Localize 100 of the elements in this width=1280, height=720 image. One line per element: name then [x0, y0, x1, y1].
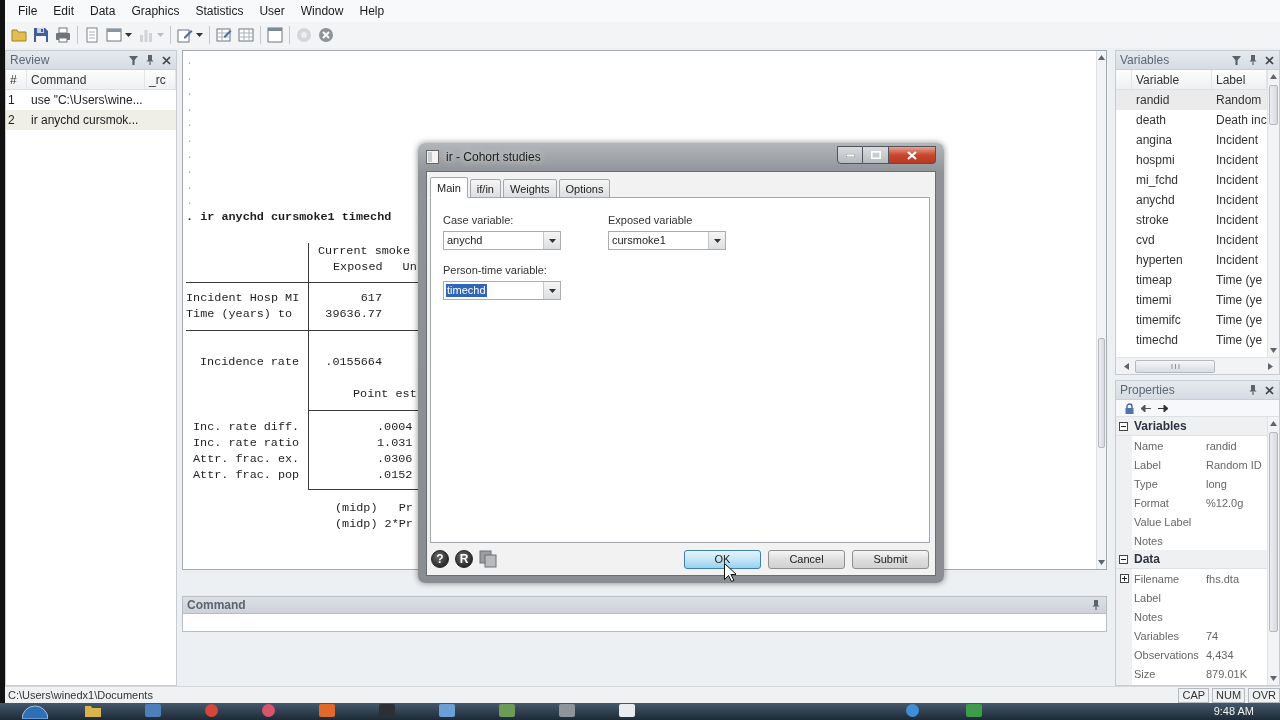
round-app-icon[interactable] [205, 704, 218, 717]
scroll-down-icon[interactable] [1270, 348, 1277, 353]
dropdown-button[interactable] [543, 232, 560, 249]
app-tile-icon[interactable] [439, 704, 455, 717]
printer-icon[interactable] [55, 27, 71, 43]
close-circle-icon[interactable] [318, 27, 334, 43]
close-button[interactable] [889, 146, 936, 164]
app-tile-icon[interactable] [966, 704, 982, 717]
pin-icon[interactable] [1249, 385, 1257, 395]
help-button[interactable]: ? [431, 550, 449, 568]
scroll-up-icon[interactable] [1270, 421, 1277, 426]
reset-button[interactable]: R [455, 550, 473, 568]
app-tile-icon[interactable] [379, 704, 395, 717]
menu-item[interactable]: Help [351, 1, 393, 21]
minimize-button[interactable] [837, 146, 863, 164]
round-app-icon[interactable] [262, 704, 275, 717]
menu-item[interactable]: File [10, 1, 46, 21]
dropdown-field[interactable]: anychd [443, 231, 561, 250]
scroll-down-icon[interactable] [1270, 676, 1277, 681]
lock-icon[interactable] [1125, 402, 1134, 414]
collapse-icon[interactable] [1119, 554, 1128, 564]
folder-icon[interactable] [11, 27, 27, 43]
table-edit-icon[interactable] [216, 27, 232, 43]
property-name: Notes [1133, 610, 1163, 623]
filter-icon[interactable] [1232, 55, 1241, 65]
maximize-button[interactable] [863, 146, 889, 164]
copy-icon[interactable] [479, 550, 497, 568]
back-arrow-icon[interactable] [1141, 404, 1151, 412]
close-icon[interactable] [1265, 385, 1274, 395]
output-text: 2*Pr [384, 515, 413, 532]
output-line: . [186, 194, 194, 210]
column-header[interactable]: Label [1216, 72, 1246, 87]
app-tile-icon[interactable] [619, 704, 635, 717]
caret-icon[interactable] [125, 33, 132, 37]
pin-icon[interactable] [146, 55, 154, 65]
app-tile-icon[interactable] [319, 704, 335, 717]
close-icon[interactable] [162, 55, 171, 65]
dropdown-button[interactable] [543, 282, 560, 299]
menu-item[interactable]: Edit [45, 1, 83, 21]
variable-label: Time (ye [1215, 293, 1263, 307]
scroll-right-icon[interactable] [1268, 362, 1273, 370]
app-tile-icon[interactable] [145, 704, 161, 717]
group-title: Variables [1134, 419, 1187, 433]
expand-icon[interactable] [1119, 574, 1129, 583]
menu-item[interactable]: Data [82, 1, 124, 21]
history-row[interactable]: 2 ir anychd cursmok... [6, 110, 176, 130]
horizontal-scrollbar[interactable] [1116, 357, 1279, 374]
dialog-button[interactable]: Cancel [768, 549, 845, 569]
scroll-thumb[interactable] [1098, 338, 1105, 448]
app-tile-icon[interactable] [559, 704, 575, 717]
start-orb-icon[interactable] [22, 704, 48, 719]
tab[interactable]: Main [430, 177, 468, 198]
menu-item[interactable]: Graphics [123, 1, 188, 21]
column-header[interactable]: # [10, 72, 17, 87]
variable-row[interactable]: randid Random [1116, 90, 1267, 110]
pin-icon[interactable] [1249, 55, 1257, 65]
save-icon[interactable] [33, 27, 49, 43]
round-app-icon[interactable] [906, 704, 919, 717]
tab[interactable]: Options [558, 179, 611, 198]
collapse-icon[interactable] [1119, 421, 1128, 431]
caret-icon[interactable] [713, 238, 721, 243]
tab[interactable]: if/in [469, 179, 501, 198]
scroll-thumb[interactable] [1269, 85, 1278, 125]
dropdown-field[interactable]: cursmoke1 [608, 231, 726, 250]
column-header[interactable]: Command [31, 72, 87, 87]
filter-icon[interactable] [129, 55, 138, 65]
caret-icon[interactable] [548, 238, 556, 243]
column-header[interactable]: Variable [1136, 72, 1180, 87]
dialog-button[interactable]: OK [684, 549, 761, 569]
scroll-up-icon[interactable] [1098, 55, 1105, 60]
scroll-left-icon[interactable] [1124, 362, 1129, 370]
minimize-icon [845, 153, 855, 157]
scroll-down-icon[interactable] [1098, 560, 1105, 565]
pencil-document-icon[interactable] [177, 27, 193, 43]
scroll-up-icon[interactable] [1270, 74, 1277, 79]
vertical-scrollbar[interactable] [1267, 417, 1279, 685]
dropdown-button[interactable] [708, 232, 725, 249]
output-line: . [186, 69, 194, 86]
column-header[interactable]: _rc [149, 72, 166, 87]
close-icon[interactable] [1265, 55, 1274, 65]
window-icon[interactable] [267, 27, 283, 43]
command-input[interactable] [182, 614, 1107, 632]
variable-label: Incident [1215, 253, 1259, 267]
menu-item[interactable]: User [251, 1, 293, 21]
caret-icon[interactable] [196, 33, 203, 37]
row-number: 1 [7, 93, 15, 107]
menu-item[interactable]: Statistics [187, 1, 252, 21]
scroll-thumb[interactable] [1269, 432, 1278, 632]
vertical-scrollbar[interactable] [1096, 51, 1106, 569]
dialog-button[interactable]: Submit [852, 549, 929, 569]
forward-arrow-icon[interactable] [1158, 404, 1168, 412]
scroll-thumb[interactable] [1135, 359, 1215, 373]
tab[interactable]: Weights [502, 179, 557, 198]
menu-item[interactable]: Window [292, 1, 352, 21]
pin-icon[interactable] [1092, 600, 1100, 610]
caret-icon[interactable] [548, 288, 556, 293]
vertical-scrollbar[interactable] [1267, 70, 1279, 357]
row-label: Inc. rate diff. [193, 418, 300, 435]
dropdown-field[interactable]: timechd [443, 281, 561, 300]
app-tile-icon[interactable] [499, 704, 515, 717]
